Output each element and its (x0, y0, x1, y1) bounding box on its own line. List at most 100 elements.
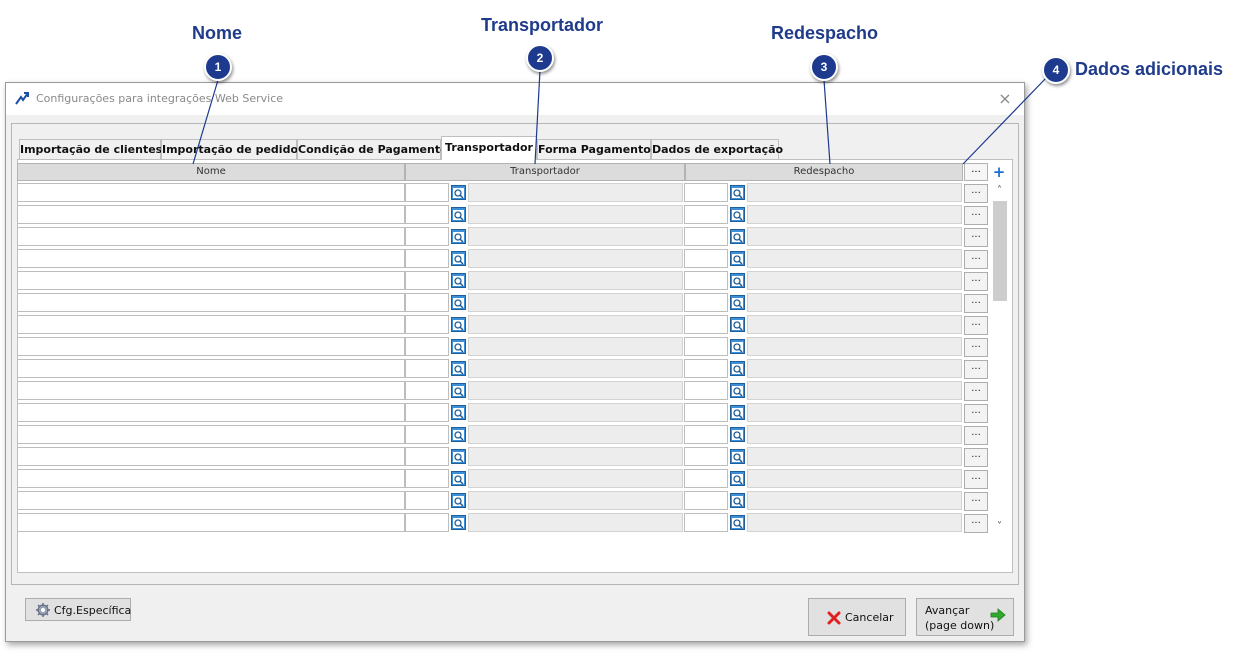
row-more-button[interactable]: ... (964, 294, 988, 313)
redespacho-code-input[interactable] (684, 381, 728, 400)
tab-importacao-clientes[interactable]: Importação de clientes (19, 139, 162, 159)
transportador-lookup-icon[interactable] (451, 405, 466, 420)
transportador-code-input[interactable] (405, 381, 449, 400)
redespacho-code-input[interactable] (684, 513, 728, 532)
redespacho-code-input[interactable] (684, 249, 728, 268)
redespacho-lookup-icon[interactable] (730, 317, 745, 332)
transportador-code-input[interactable] (405, 513, 449, 532)
transportador-lookup-icon[interactable] (451, 427, 466, 442)
nome-input[interactable] (17, 403, 405, 422)
transportador-lookup-icon[interactable] (451, 295, 466, 310)
row-more-button[interactable]: ... (964, 316, 988, 335)
transportador-code-input[interactable] (405, 491, 449, 510)
nome-input[interactable] (17, 469, 405, 488)
transportador-code-input[interactable] (405, 205, 449, 224)
nome-input[interactable] (17, 227, 405, 246)
row-more-button[interactable]: ... (964, 250, 988, 269)
redespacho-lookup-icon[interactable] (730, 515, 745, 530)
row-more-button[interactable]: ... (964, 426, 988, 445)
nome-input[interactable] (17, 293, 405, 312)
row-more-button[interactable]: ... (964, 272, 988, 291)
nome-input[interactable] (17, 315, 405, 334)
redespacho-lookup-icon[interactable] (730, 229, 745, 244)
row-more-button[interactable]: ... (964, 338, 988, 357)
scroll-up-icon[interactable]: ˄ (991, 183, 1008, 199)
redespacho-code-input[interactable] (684, 271, 728, 290)
row-more-button[interactable]: ... (964, 382, 988, 401)
redespacho-code-input[interactable] (684, 337, 728, 356)
transportador-lookup-icon[interactable] (451, 493, 466, 508)
row-more-button[interactable]: ... (964, 228, 988, 247)
nome-input[interactable] (17, 381, 405, 400)
transportador-code-input[interactable] (405, 315, 449, 334)
redespacho-lookup-icon[interactable] (730, 361, 745, 376)
transportador-code-input[interactable] (405, 183, 449, 202)
transportador-lookup-icon[interactable] (451, 229, 466, 244)
redespacho-code-input[interactable] (684, 315, 728, 334)
redespacho-code-input[interactable] (684, 425, 728, 444)
cfg-especifica-button[interactable]: Cfg.Específica (25, 598, 131, 621)
tab-forma-pagamento[interactable]: Forma Pagamento (537, 139, 651, 159)
transportador-lookup-icon[interactable] (451, 273, 466, 288)
transportador-lookup-icon[interactable] (451, 339, 466, 354)
redespacho-lookup-icon[interactable] (730, 405, 745, 420)
transportador-lookup-icon[interactable] (451, 207, 466, 222)
row-more-button[interactable]: ... (964, 470, 988, 489)
transportador-code-input[interactable] (405, 359, 449, 378)
row-more-button[interactable]: ... (964, 514, 988, 533)
transportador-lookup-icon[interactable] (451, 185, 466, 200)
transportador-code-input[interactable] (405, 227, 449, 246)
row-more-button[interactable]: ... (964, 448, 988, 467)
redespacho-code-input[interactable] (684, 491, 728, 510)
row-more-button[interactable]: ... (964, 184, 988, 203)
transportador-lookup-icon[interactable] (451, 471, 466, 486)
redespacho-code-input[interactable] (684, 205, 728, 224)
nome-input[interactable] (17, 447, 405, 466)
redespacho-code-input[interactable] (684, 447, 728, 466)
transportador-lookup-icon[interactable] (451, 515, 466, 530)
row-more-button[interactable]: ... (964, 492, 988, 511)
nome-input[interactable] (17, 359, 405, 378)
nome-input[interactable] (17, 425, 405, 444)
nome-input[interactable] (17, 205, 405, 224)
redespacho-code-input[interactable] (684, 469, 728, 488)
redespacho-lookup-icon[interactable] (730, 383, 745, 398)
nome-input[interactable] (17, 271, 405, 290)
redespacho-code-input[interactable] (684, 403, 728, 422)
redespacho-lookup-icon[interactable] (730, 273, 745, 288)
redespacho-lookup-icon[interactable] (730, 471, 745, 486)
add-row-icon[interactable]: + (992, 165, 1006, 180)
close-icon[interactable]: × (994, 89, 1016, 109)
transportador-code-input[interactable] (405, 271, 449, 290)
nome-input[interactable] (17, 513, 405, 532)
tab-importacao-pedido[interactable]: Importação de pedido (161, 139, 298, 159)
transportador-lookup-icon[interactable] (451, 383, 466, 398)
redespacho-code-input[interactable] (684, 359, 728, 378)
redespacho-lookup-icon[interactable] (730, 427, 745, 442)
tab-condicao-pagamento[interactable]: Condição de Pagamento (297, 139, 448, 159)
scroll-thumb[interactable] (993, 201, 1007, 301)
nome-input[interactable] (17, 491, 405, 510)
next-button[interactable]: Avançar (page down) (916, 598, 1014, 636)
redespacho-lookup-icon[interactable] (730, 493, 745, 508)
nome-input[interactable] (17, 249, 405, 268)
row-more-button[interactable]: ... (964, 360, 988, 379)
row-more-button[interactable]: ... (964, 206, 988, 225)
redespacho-lookup-icon[interactable] (730, 339, 745, 354)
tab-dados-exportacao[interactable]: Dados de exportação (651, 139, 783, 159)
transportador-lookup-icon[interactable] (451, 449, 466, 464)
redespacho-code-input[interactable] (684, 293, 728, 312)
redespacho-lookup-icon[interactable] (730, 207, 745, 222)
transportador-code-input[interactable] (405, 249, 449, 268)
redespacho-lookup-icon[interactable] (730, 295, 745, 310)
transportador-code-input[interactable] (405, 293, 449, 312)
transportador-code-input[interactable] (405, 447, 449, 466)
transportador-lookup-icon[interactable] (451, 251, 466, 266)
redespacho-lookup-icon[interactable] (730, 251, 745, 266)
header-more-button[interactable]: ... (964, 163, 988, 181)
nome-input[interactable] (17, 337, 405, 356)
transportador-lookup-icon[interactable] (451, 317, 466, 332)
transportador-code-input[interactable] (405, 403, 449, 422)
transportador-code-input[interactable] (405, 337, 449, 356)
cancel-button[interactable]: Cancelar (808, 598, 906, 636)
